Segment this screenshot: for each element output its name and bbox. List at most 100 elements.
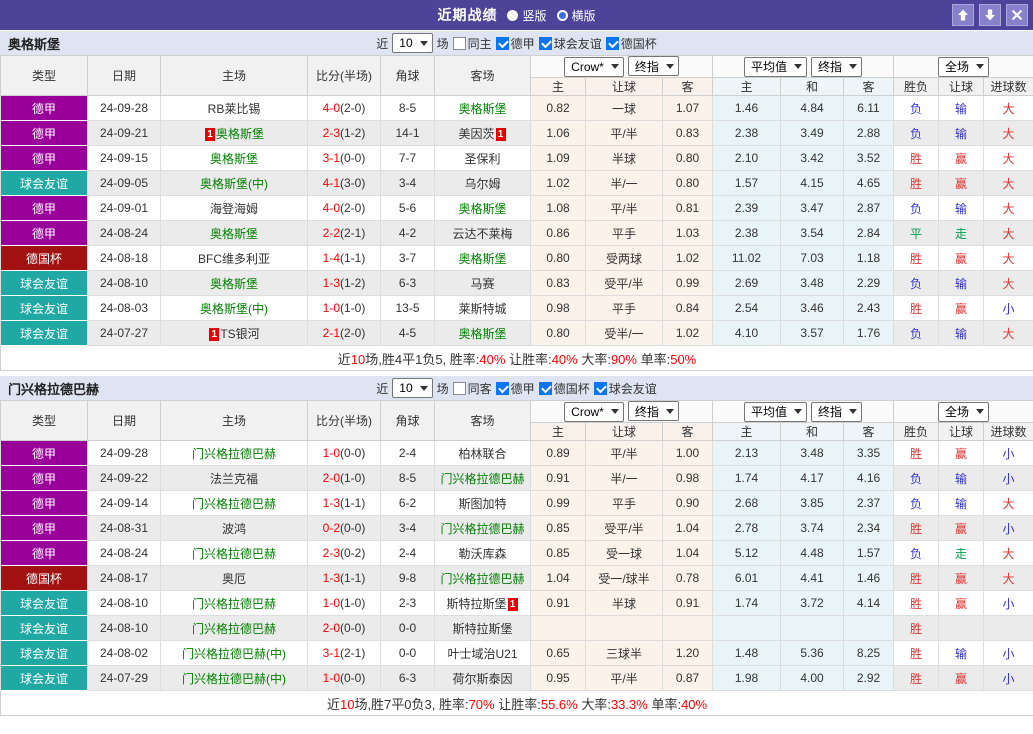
- result-goals: [984, 616, 1033, 641]
- odds-away-value: 0.84: [663, 296, 713, 321]
- league-checkbox-cup[interactable]: [539, 382, 552, 395]
- odds-home-value: 0.65: [531, 641, 586, 666]
- bookmaker-select[interactable]: Crow*: [564, 57, 624, 77]
- league-label: 德国杯: [554, 380, 590, 397]
- layout-radio-vertical[interactable]: 竖版: [507, 7, 546, 24]
- summary-stat-value: 40%: [681, 697, 707, 712]
- halftime-score: (2-0): [340, 101, 365, 115]
- avg-away-value: 2.34: [844, 516, 894, 541]
- avg-draw-value: 3.48: [781, 271, 844, 296]
- fulltime-value: 全场: [945, 403, 969, 420]
- odds-home-value: [531, 616, 586, 641]
- corner-count: 0-0: [381, 616, 435, 641]
- final-odds-select[interactable]: 终指: [628, 56, 679, 76]
- match-type-badge: 球会友谊: [1, 666, 88, 691]
- league-label: 德国杯: [621, 35, 657, 52]
- avg-home-value: 2.10: [713, 146, 781, 171]
- home-team-name: 门兴格拉德巴赫: [192, 497, 276, 511]
- away-team-name: 奥格斯堡: [458, 252, 506, 266]
- final-odds-select-2[interactable]: 终指: [811, 402, 862, 422]
- move-up-button[interactable]: [952, 4, 974, 26]
- away-team-name: 门兴格拉德巴赫: [440, 572, 524, 586]
- summary-text: 大率:: [578, 352, 611, 367]
- avg-away-value: 2.29: [844, 271, 894, 296]
- league-checkbox-bundesliga[interactable]: [496, 382, 509, 395]
- same-venue-checkbox[interactable]: [453, 37, 466, 50]
- home-team-name: TS银河: [220, 327, 259, 341]
- average-select[interactable]: 平均值: [744, 402, 807, 422]
- avg-draw-value: 4.41: [781, 566, 844, 591]
- home-team-cell: 奥格斯堡(中): [161, 296, 308, 321]
- corner-count: 14-1: [381, 121, 435, 146]
- home-team-name: 奥格斯堡: [216, 127, 264, 141]
- col-avg-draw: 和: [781, 78, 844, 96]
- match-row: 德国杯24-08-18BFC维多利亚1-4(1-1)3-7奥格斯堡0.80受两球…: [1, 246, 1033, 271]
- match-row: 德甲24-09-28RB莱比锡4-0(2-0)8-5奥格斯堡0.82一球1.07…: [1, 96, 1033, 121]
- average-select[interactable]: 平均值: [744, 57, 807, 77]
- fulltime-score: 1-0: [323, 596, 340, 610]
- page-title: 近期战绩: [437, 5, 497, 25]
- fulltime-select[interactable]: 全场: [938, 57, 989, 77]
- match-score-cell: 2-0(0-0): [308, 616, 381, 641]
- layout-radio-horizontal[interactable]: 横版: [557, 7, 596, 24]
- titlebar-center: 近期战绩 竖版 横版: [437, 5, 595, 25]
- fulltime-score: 2-3: [323, 126, 340, 140]
- avg-home-value: 2.38: [713, 221, 781, 246]
- home-team-name: 门兴格拉德巴赫(中): [182, 672, 286, 686]
- away-team-cell: 奥格斯堡: [435, 196, 531, 221]
- result-outcome: 负: [894, 96, 939, 121]
- odds-away-value: [663, 616, 713, 641]
- result-handicap: 输: [939, 96, 984, 121]
- away-team-cell: 莱斯特城: [435, 296, 531, 321]
- corner-count: 3-4: [381, 516, 435, 541]
- recent-count-select[interactable]: 10: [392, 33, 432, 53]
- fulltime-score: 1-0: [323, 446, 340, 460]
- league-checkbox-friendly[interactable]: [594, 382, 607, 395]
- recent-count-select[interactable]: 10: [392, 378, 432, 398]
- average-value: 平均值: [751, 58, 787, 75]
- match-type-badge: 球会友谊: [1, 641, 88, 666]
- result-goals: 小: [984, 296, 1033, 321]
- final-odds-select-2[interactable]: 终指: [811, 57, 862, 77]
- league-label: 德甲: [511, 380, 535, 397]
- odds-away-value: 0.87: [663, 666, 713, 691]
- match-score-cell: 3-1(2-1): [308, 641, 381, 666]
- match-type-badge: 德甲: [1, 516, 88, 541]
- result-handicap: 输: [939, 271, 984, 296]
- away-team-name: 荷尔斯泰因: [452, 672, 512, 686]
- same-venue-checkbox[interactable]: [453, 382, 466, 395]
- away-team-name: 门兴格拉德巴赫: [440, 472, 524, 486]
- close-button[interactable]: [1006, 4, 1028, 26]
- avg-home-value: 2.78: [713, 516, 781, 541]
- result-goals: 小: [984, 591, 1033, 616]
- col-away: 客场: [435, 56, 531, 96]
- chevron-down-icon: [666, 64, 674, 69]
- home-team-cell: 门兴格拉德巴赫: [161, 616, 308, 641]
- result-goals: 大: [984, 121, 1033, 146]
- chevron-down-icon: [611, 64, 619, 69]
- match-type-badge: 德甲: [1, 491, 88, 516]
- match-row: 德甲24-09-28门兴格拉德巴赫1-0(0-0)2-4柏林联合0.89平/半1…: [1, 441, 1033, 466]
- league-checkbox-friendly[interactable]: [539, 37, 552, 50]
- result-handicap: 赢: [939, 591, 984, 616]
- match-type-badge: 德甲: [1, 541, 88, 566]
- bookmaker-select[interactable]: Crow*: [564, 402, 624, 422]
- move-down-button[interactable]: [979, 4, 1001, 26]
- final-odds-select[interactable]: 终指: [628, 401, 679, 421]
- league-checkbox-cup[interactable]: [606, 37, 619, 50]
- away-team-cell: 斯特拉斯堡1: [435, 591, 531, 616]
- match-date: 24-08-31: [88, 516, 161, 541]
- summary-text: 场,胜4平1负5, 胜率:: [365, 352, 479, 367]
- match-date: 24-09-21: [88, 121, 161, 146]
- fulltime-select[interactable]: 全场: [938, 402, 989, 422]
- odds-away-value: 1.04: [663, 516, 713, 541]
- halftime-score: (2-1): [340, 646, 365, 660]
- handicap-line: 平手: [586, 221, 663, 246]
- col-type: 类型: [1, 401, 88, 441]
- col-odds-home: 主: [531, 423, 586, 441]
- result-handicap: 走: [939, 221, 984, 246]
- result-handicap: 赢: [939, 146, 984, 171]
- away-team-name: 美因茨: [458, 127, 494, 141]
- league-checkbox-bundesliga[interactable]: [496, 37, 509, 50]
- handicap-line: 半/一: [586, 171, 663, 196]
